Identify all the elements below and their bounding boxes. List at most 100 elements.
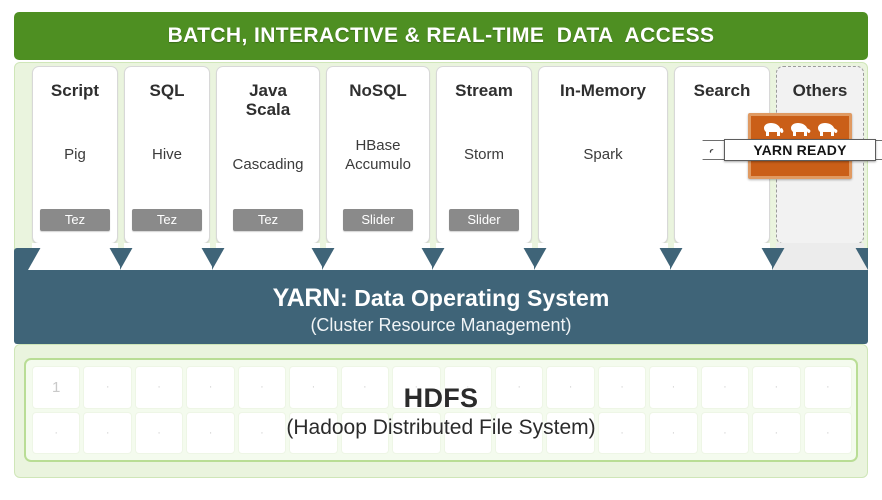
hdfs-block-tile: · [237, 366, 287, 409]
engine-column-footer [675, 209, 769, 243]
engine-columns: Script Pig Tez SQL Hive Tez Java Scala Cascadin… [14, 66, 868, 265]
yarn-layer-text: YARN: Data Operating System (Cluster Res… [14, 284, 868, 336]
engine-column-body: HBase Accumulo [327, 100, 429, 209]
hdfs-block-tile: · [546, 411, 595, 454]
yarn-notch-bevel [322, 248, 434, 270]
engine-column-footer: Tez [33, 209, 117, 243]
hdfs-block-tile: · [546, 366, 595, 409]
yarn-notch [772, 248, 868, 270]
yarn-connector-notches [14, 248, 868, 272]
hdfs-block-tile: · [494, 366, 544, 409]
yarn-notch-bevel [28, 248, 122, 270]
yarn-notch-bevel [432, 248, 536, 270]
engine-column-body: Pig [33, 100, 117, 209]
hadoop-stack-diagram: BATCH, INTERACTIVE & REAL-TIME DATA ACCE… [0, 0, 882, 500]
elephant-icon [764, 123, 784, 136]
yarn-word: YARN [272, 284, 341, 312]
hdfs-block-tile: · [340, 366, 390, 409]
hdfs-block-tile: · [700, 366, 750, 409]
ribbon-center: YARN READY [724, 139, 876, 161]
yarn-subtitle: (Cluster Resource Management) [310, 315, 572, 335]
yarn-separator: : [339, 285, 348, 311]
engine-column-title: NoSQL [349, 81, 407, 100]
hdfs-block-tile: 1 [32, 366, 81, 409]
hdfs-block-tile: · [237, 411, 287, 454]
engine-column-java-scala[interactable]: Java Scala Cascading Tez [216, 66, 320, 244]
hdfs-block-tile: · [83, 366, 132, 409]
yarn-notch-bevel [772, 248, 868, 270]
data-access-header-band: BATCH, INTERACTIVE & REAL-TIME DATA ACCE… [14, 12, 868, 60]
engine-column-title: Search [693, 81, 751, 100]
yarn-notch [670, 248, 774, 270]
engine-column-footer: Slider [437, 209, 531, 243]
hdfs-block-tile: · [186, 366, 235, 409]
yarn-notch-bevel [670, 248, 774, 270]
engine-column-items: HBase Accumulo [345, 136, 411, 173]
engine-column-items: Storm [463, 146, 504, 163]
yarn-notch-bevel [120, 248, 214, 270]
engine-column-footer: Slider [327, 209, 429, 243]
yarn-ready-ribbon: YARN READY [702, 139, 882, 161]
engine-column-stream[interactable]: Stream Storm Slider [436, 66, 532, 244]
hdfs-block-tile: · [494, 411, 544, 454]
engine-column-items: Spark [583, 146, 623, 163]
engine-column-title: SQL [149, 81, 185, 100]
hdfs-block-tile: · [803, 366, 852, 409]
yarn-layer: YARN: Data Operating System (Cluster Res… [14, 248, 868, 344]
hdfs-block-tile: · [392, 411, 441, 454]
yarn-notch-bevel [212, 248, 324, 270]
engine-column-footer [777, 209, 863, 243]
yarn-ready-badge: YARN READY [702, 113, 882, 179]
engine-column-footer: Tez [217, 209, 319, 243]
hdfs-block-tile: · [752, 366, 801, 409]
hdfs-block-tile: · [649, 366, 698, 409]
engine-column-items: Hive [151, 146, 182, 163]
engine-chip-slider[interactable]: Slider [343, 209, 413, 231]
yarn-ready-label: YARN READY [753, 142, 847, 158]
engine-column-title: In-Memory [560, 81, 646, 100]
hdfs-block-tile: · [83, 411, 132, 454]
engine-column-body: Cascading [217, 119, 319, 209]
hdfs-tile-grid: 1 · · · · · · · · · · · · · · · · · · · · · · · · · · · · · · · [32, 366, 852, 454]
hdfs-block-tile: · [443, 411, 492, 454]
hdfs-block-tile: · [597, 411, 647, 454]
engine-column-in-memory[interactable]: In-Memory Spark [538, 66, 668, 244]
engine-chip-tez[interactable]: Tez [40, 209, 110, 231]
engine-chip-tez[interactable]: Tez [233, 209, 303, 231]
elephant-icon [791, 123, 811, 136]
engine-chip-tez[interactable]: Tez [132, 209, 202, 231]
engine-column-title: Stream [455, 81, 513, 100]
yarn-notch-bevel [534, 248, 672, 270]
hdfs-block-tile: · [289, 411, 338, 454]
engine-column-footer: Tez [125, 209, 209, 243]
yarn-title-line: YARN: Data Operating System [14, 284, 868, 313]
hdfs-block-tile: · [289, 366, 338, 409]
elephant-icon [818, 123, 838, 136]
engine-column-title: Others [792, 81, 848, 100]
engine-column-items: Cascading [232, 155, 304, 173]
hdfs-block-tile: · [134, 366, 184, 409]
hdfs-block-tile: · [700, 411, 750, 454]
three-elephants-icon [751, 122, 849, 139]
engine-column-script[interactable]: Script Pig Tez [32, 66, 118, 244]
hdfs-block-tile: · [803, 411, 852, 454]
engine-column-title: Script [50, 81, 100, 100]
engine-column-nosql[interactable]: NoSQL HBase Accumulo Slider [326, 66, 430, 244]
hdfs-block-tile: · [752, 411, 801, 454]
yarn-notch [534, 248, 672, 270]
engine-column-body: Spark [539, 100, 667, 209]
engine-column-body: Storm [437, 100, 531, 209]
hdfs-block-tile: · [597, 366, 647, 409]
hdfs-block-tile: · [392, 366, 441, 409]
engine-column-sql[interactable]: SQL Hive Tez [124, 66, 210, 244]
yarn-notch [432, 248, 536, 270]
hdfs-block-tile: · [443, 366, 492, 409]
hdfs-block-tile: · [340, 411, 390, 454]
yarn-notch [212, 248, 324, 270]
hdfs-block-tile: · [186, 411, 235, 454]
engine-column-title: Java Scala [245, 81, 291, 119]
yarn-notch [28, 248, 122, 270]
engine-chip-slider[interactable]: Slider [449, 209, 519, 231]
engine-column-footer [539, 209, 667, 243]
engine-column-items: Pig [64, 146, 86, 163]
